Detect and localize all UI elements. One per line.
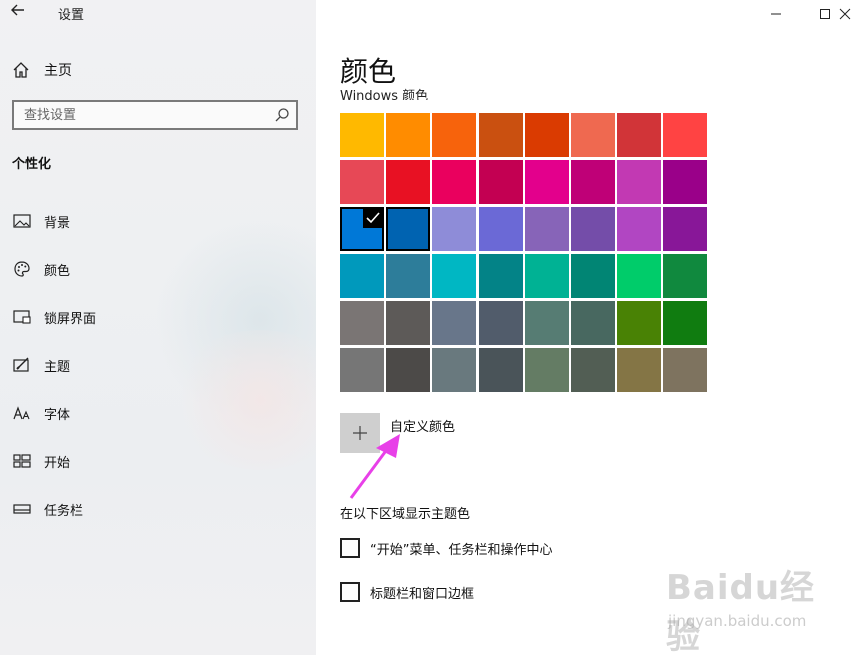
- color-swatch[interactable]: [386, 160, 431, 204]
- color-swatch[interactable]: [432, 348, 477, 392]
- app-title: 设置: [58, 8, 85, 23]
- checkbox[interactable]: [340, 538, 360, 558]
- palette-icon: [12, 259, 32, 279]
- home-icon: [13, 62, 29, 78]
- color-swatch[interactable]: [386, 207, 431, 251]
- sidebar-item-label: 主题: [44, 359, 71, 375]
- checkbox-label: 标题栏和窗口边框: [370, 586, 475, 602]
- color-swatch[interactable]: [340, 348, 384, 392]
- color-swatch[interactable]: [340, 207, 384, 251]
- color-swatch[interactable]: [432, 113, 477, 157]
- sidebar-item-label: 字体: [44, 407, 71, 423]
- color-swatch[interactable]: [663, 301, 708, 345]
- color-swatch[interactable]: [386, 113, 431, 157]
- search-box[interactable]: [12, 100, 298, 130]
- sidebar-item-background[interactable]: 背景: [12, 209, 70, 233]
- sidebar-item-label: 主页: [44, 63, 72, 79]
- section-heading: 个性化: [12, 157, 52, 172]
- close-icon: [839, 8, 851, 20]
- color-swatch[interactable]: [478, 348, 523, 392]
- color-swatch[interactable]: [478, 301, 523, 345]
- color-swatch[interactable]: [524, 348, 569, 392]
- annotation-arrow-icon: [349, 434, 400, 499]
- sidebar: 设置 主页 个性化 背景 颜色 锁屏界面 主题: [0, 0, 316, 655]
- color-swatch[interactable]: [524, 160, 569, 204]
- color-swatch[interactable]: [663, 160, 708, 204]
- color-swatch[interactable]: [571, 301, 615, 345]
- color-swatch[interactable]: [617, 348, 662, 392]
- close-button[interactable]: [822, 0, 868, 28]
- checkmark-icon: [363, 208, 383, 228]
- color-swatch[interactable]: [524, 254, 569, 298]
- theme-icon: [12, 355, 32, 375]
- color-swatch[interactable]: [340, 113, 384, 157]
- sidebar-item-colors[interactable]: 颜色: [12, 257, 70, 281]
- lockscreen-icon: [12, 307, 32, 327]
- image-icon: [12, 211, 32, 231]
- search-input[interactable]: [14, 102, 274, 128]
- color-swatch[interactable]: [571, 348, 615, 392]
- watermark: Baidu经验 jingyan.baidu.com: [666, 560, 836, 657]
- sidebar-item-lockscreen[interactable]: 锁屏界面: [12, 305, 96, 329]
- color-swatch[interactable]: [432, 160, 477, 204]
- back-arrow-icon: [11, 4, 24, 16]
- watermark-brand: Baidu经验: [666, 568, 816, 657]
- color-swatch[interactable]: [478, 160, 523, 204]
- color-swatch[interactable]: [571, 254, 615, 298]
- sidebar-item-home[interactable]: 主页: [12, 58, 72, 82]
- watermark-url: jingyan.baidu.com: [668, 612, 807, 630]
- page-title: 颜色: [340, 55, 397, 88]
- color-swatch[interactable]: [617, 113, 662, 157]
- color-swatch[interactable]: [663, 254, 708, 298]
- color-swatch[interactable]: [617, 301, 662, 345]
- color-swatch[interactable]: [524, 207, 569, 251]
- checkbox-label: “开始”菜单、任务栏和操作中心: [370, 542, 553, 558]
- color-swatch[interactable]: [617, 207, 662, 251]
- checkbox-title-bars[interactable]: 标题栏和窗口边框: [340, 581, 474, 603]
- search-icon[interactable]: [274, 107, 290, 123]
- sidebar-item-label: 颜色: [44, 263, 71, 279]
- palette-label: Windows 颜色: [340, 89, 429, 100]
- color-swatch[interactable]: [386, 348, 431, 392]
- color-swatch[interactable]: [571, 113, 615, 157]
- color-swatch[interactable]: [340, 301, 384, 345]
- sidebar-item-label: 开始: [44, 455, 71, 471]
- accent-surfaces-heading: 在以下区域显示主题色: [340, 507, 471, 522]
- start-icon: [12, 451, 32, 471]
- color-swatch[interactable]: [340, 160, 384, 204]
- color-swatch[interactable]: [663, 348, 708, 392]
- color-swatch[interactable]: [478, 254, 523, 298]
- taskbar-icon: [12, 499, 32, 519]
- sidebar-item-themes[interactable]: 主题: [12, 353, 70, 377]
- color-swatch[interactable]: [617, 160, 662, 204]
- sidebar-item-label: 任务栏: [44, 503, 84, 519]
- color-palette: [340, 113, 708, 393]
- sidebar-item-label: 背景: [44, 215, 71, 231]
- color-swatch[interactable]: [386, 254, 431, 298]
- sidebar-item-start[interactable]: 开始: [12, 449, 70, 473]
- minimize-button[interactable]: [753, 0, 799, 28]
- checkbox[interactable]: [340, 582, 360, 602]
- color-swatch[interactable]: [571, 160, 615, 204]
- font-icon: [12, 403, 32, 423]
- color-swatch[interactable]: [432, 301, 477, 345]
- color-swatch[interactable]: [478, 113, 523, 157]
- back-button[interactable]: [10, 2, 32, 24]
- minimize-icon: [771, 13, 781, 15]
- sidebar-item-taskbar[interactable]: 任务栏: [12, 497, 83, 521]
- sidebar-item-label: 锁屏界面: [44, 311, 97, 327]
- color-swatch[interactable]: [432, 207, 477, 251]
- color-swatch[interactable]: [663, 207, 708, 251]
- color-swatch[interactable]: [386, 301, 431, 345]
- color-swatch[interactable]: [478, 207, 523, 251]
- checkbox-start-taskbar[interactable]: “开始”菜单、任务栏和操作中心: [340, 537, 552, 559]
- color-swatch[interactable]: [524, 113, 569, 157]
- color-swatch[interactable]: [617, 254, 662, 298]
- color-swatch[interactable]: [432, 254, 477, 298]
- color-swatch[interactable]: [340, 254, 384, 298]
- sidebar-item-fonts[interactable]: 字体: [12, 401, 70, 425]
- color-swatch[interactable]: [571, 207, 615, 251]
- color-swatch[interactable]: [524, 301, 569, 345]
- color-swatch[interactable]: [663, 113, 708, 157]
